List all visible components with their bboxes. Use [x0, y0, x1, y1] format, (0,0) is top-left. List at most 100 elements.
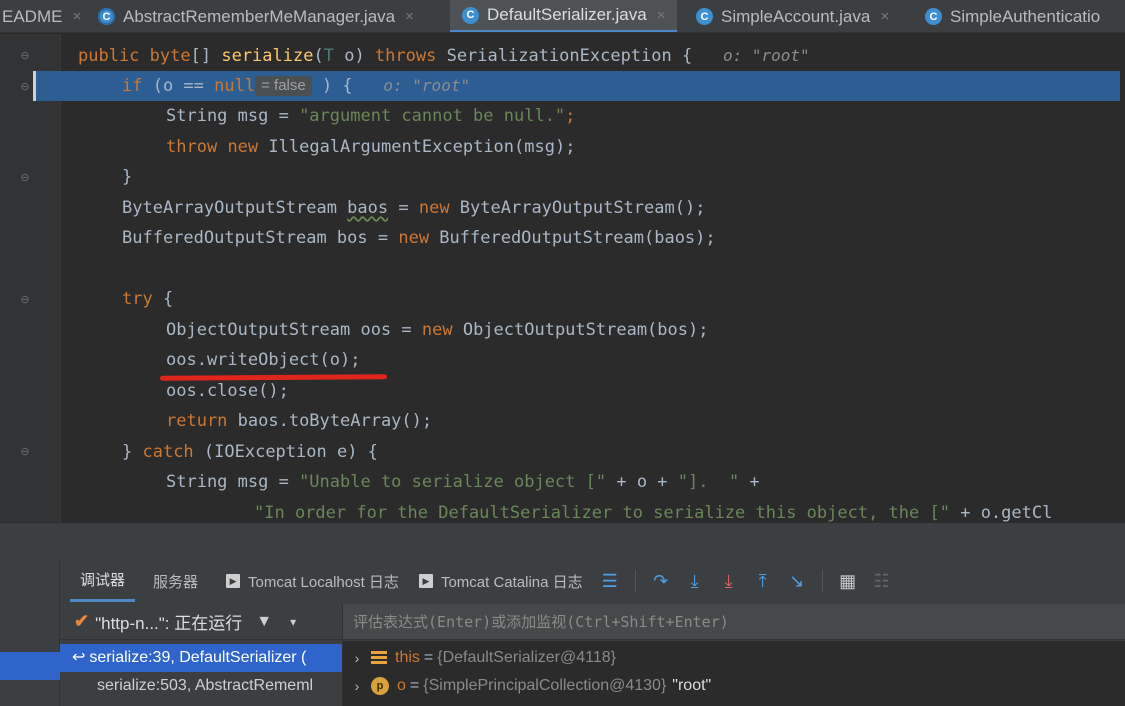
code-text: (: [313, 46, 324, 66]
code-line-11[interactable]: oos.writeObject(o);: [166, 345, 360, 375]
string-literal: "]. ": [677, 472, 740, 492]
code-line-3[interactable]: String msg = "argument cannot be null.";: [166, 101, 575, 131]
tab-label: DefaultSerializer.java: [487, 5, 647, 24]
type-parameter: T: [323, 46, 334, 66]
class-icon: C: [462, 6, 479, 24]
thread-name: "http-n...": 正在运行: [95, 614, 243, 633]
tab-simple-authentication[interactable]: C SimpleAuthenticatio: [925, 0, 1101, 32]
close-icon[interactable]: ×: [72, 8, 81, 25]
force-step-into-icon[interactable]: ⤓: [715, 566, 743, 596]
code-line-7[interactable]: BufferedOutputStream bos = new BufferedO…: [122, 223, 716, 253]
run-to-cursor-icon[interactable]: ↘: [783, 566, 811, 596]
code-line-16[interactable]: "In order for the DefaultSerializer to s…: [254, 498, 1052, 522]
step-into-icon[interactable]: ⤓: [681, 566, 709, 596]
tab-default-serializer[interactable]: C DefaultSerializer.java ×: [450, 0, 678, 32]
filter-icon[interactable]: ▼: [256, 613, 272, 631]
editor-gutter[interactable]: ⊖ ⊖ ⊖ ⊖ ⊖: [0, 34, 60, 522]
inline-debug-value: o: "root": [383, 76, 471, 95]
close-icon[interactable]: ×: [405, 8, 414, 25]
parameter-icon: p: [371, 677, 389, 695]
variable-name: this: [395, 649, 420, 666]
code-text: o): [333, 46, 375, 66]
editor-tab-bar: EADME × C AbstractRememberMeManager.java…: [0, 0, 1125, 33]
inlay-hint: = false: [255, 76, 312, 96]
fold-end-icon[interactable]: ⊖: [18, 171, 32, 185]
string-literal: "Unable to serialize object [": [299, 472, 607, 492]
fold-icon[interactable]: ⊖: [18, 80, 32, 94]
close-icon[interactable]: ×: [657, 7, 666, 24]
editor-tool-window-divider[interactable]: [0, 522, 1125, 560]
code-text: BufferedOutputStream bos =: [122, 228, 399, 248]
code-line-2[interactable]: if (o == null = false ) { o: "root": [122, 71, 470, 101]
tab-label: Tomcat Catalina 日志: [440, 573, 583, 591]
code-text: oos.close();: [166, 381, 289, 401]
evaluate-expression-icon[interactable]: ▦: [834, 566, 862, 596]
thread-selector[interactable]: ✔ "http-n...": 正在运行 ▼ ▾: [60, 604, 342, 640]
code-text: SerializationException {: [436, 46, 693, 66]
show-execution-point-icon[interactable]: ☰: [596, 566, 624, 596]
code-text: String msg =: [166, 106, 300, 126]
variable-name: o: [397, 677, 406, 694]
code-line-4[interactable]: throw new IllegalArgumentException(msg);: [166, 132, 575, 162]
abstract-class-icon: C: [98, 8, 115, 25]
tab-simple-account[interactable]: C SimpleAccount.java ×: [696, 0, 889, 32]
string-literal: "argument cannot be null.": [299, 106, 566, 126]
code-text: IllegalArgumentException(msg);: [258, 137, 576, 157]
evaluate-expression-input[interactable]: 评估表达式(Enter)或添加监视(Ctrl+Shift+Enter): [342, 604, 1125, 640]
tab-servers[interactable]: 服务器: [143, 560, 208, 602]
chevron-down-icon[interactable]: ▾: [290, 615, 296, 629]
inline-debug-value: o: "root": [722, 46, 810, 65]
debug-tabs: 调试器 服务器 ▶ Tomcat Localhost 日志 ▶ Tomcat Cat…: [60, 560, 1125, 602]
code-text: + o.getCl: [949, 503, 1053, 522]
string-literal: "In order for the DefaultSerializer to s…: [254, 503, 950, 522]
keyword: throw: [166, 137, 218, 157]
tab-label: 调试器: [80, 572, 126, 589]
variable-row-o[interactable]: › p o = {SimplePrincipalCollection@4130}…: [343, 672, 711, 700]
code-line-10[interactable]: ObjectOutputStream oos = new ObjectOutpu…: [166, 315, 708, 345]
method-name: serialize: [221, 46, 314, 66]
code-text: []: [190, 46, 222, 66]
code-line-15[interactable]: String msg = "Unable to serialize object…: [166, 467, 760, 497]
code-line-5[interactable]: }: [122, 162, 132, 192]
frame-item-current[interactable]: ↩ serialize:39, DefaultSerializer (: [60, 644, 342, 672]
code-line-1[interactable]: public byte[] serialize(T o) throws Seri…: [78, 41, 810, 71]
tab-tomcat-localhost-log[interactable]: ▶ Tomcat Localhost 日志: [216, 560, 409, 602]
close-icon[interactable]: ×: [880, 8, 889, 25]
local-variable: baos: [347, 198, 389, 218]
code-line-9[interactable]: try {: [122, 284, 173, 314]
code-text: +: [739, 472, 760, 492]
tab-debugger[interactable]: 调试器: [70, 560, 136, 602]
fold-end-icon[interactable]: ⊖: [18, 445, 32, 459]
gutter-divider: [60, 34, 61, 522]
keyword: byte: [149, 46, 191, 66]
frame-item[interactable]: serialize:503, AbstractRememl: [60, 672, 342, 700]
code-editor[interactable]: ⊖ ⊖ ⊖ ⊖ ⊖ public byte[] serialize(T o) t…: [0, 34, 1125, 522]
code-line-12[interactable]: oos.close();: [166, 376, 289, 406]
code-text: String msg =: [166, 472, 300, 492]
tab-readme[interactable]: EADME ×: [0, 0, 81, 32]
class-icon: C: [696, 8, 713, 25]
step-out-icon[interactable]: ⤒: [749, 566, 777, 596]
step-over-icon[interactable]: ↷: [647, 566, 675, 596]
console-icon: ▶: [418, 574, 433, 588]
fold-icon[interactable]: ⊖: [18, 293, 32, 307]
trace-icon[interactable]: ☷: [868, 566, 896, 596]
return-arrow-icon: ↩: [72, 649, 86, 666]
tab-label: SimpleAuthenticatio: [950, 6, 1101, 26]
code-text: oos.writeObject(o);: [166, 350, 361, 370]
console-icon: ▶: [226, 574, 241, 588]
code-text: ) {: [311, 76, 353, 96]
frame-label: serialize:503, AbstractRememl: [97, 677, 314, 694]
expand-chevron-icon[interactable]: ›: [343, 672, 371, 700]
thread-running-check-icon: ✔: [74, 611, 90, 631]
frames-list: ↩ serialize:39, DefaultSerializer ( seria…: [60, 641, 342, 706]
code-text: =: [388, 198, 419, 218]
variable-row-this[interactable]: › this = {DefaultSerializer@4118}: [343, 644, 616, 672]
code-line-6[interactable]: ByteArrayOutputStream baos = new ByteArr…: [122, 193, 705, 223]
code-line-14[interactable]: } catch (IOException e) {: [122, 437, 378, 467]
fold-icon[interactable]: ⊖: [18, 49, 32, 63]
tab-tomcat-catalina-log[interactable]: ▶ Tomcat Catalina 日志: [409, 560, 593, 602]
code-line-13[interactable]: return baos.toByteArray();: [166, 406, 432, 436]
tab-abstract-remember-me-manager[interactable]: C AbstractRememberMeManager.java ×: [98, 0, 414, 32]
expand-chevron-icon[interactable]: ›: [343, 644, 371, 672]
